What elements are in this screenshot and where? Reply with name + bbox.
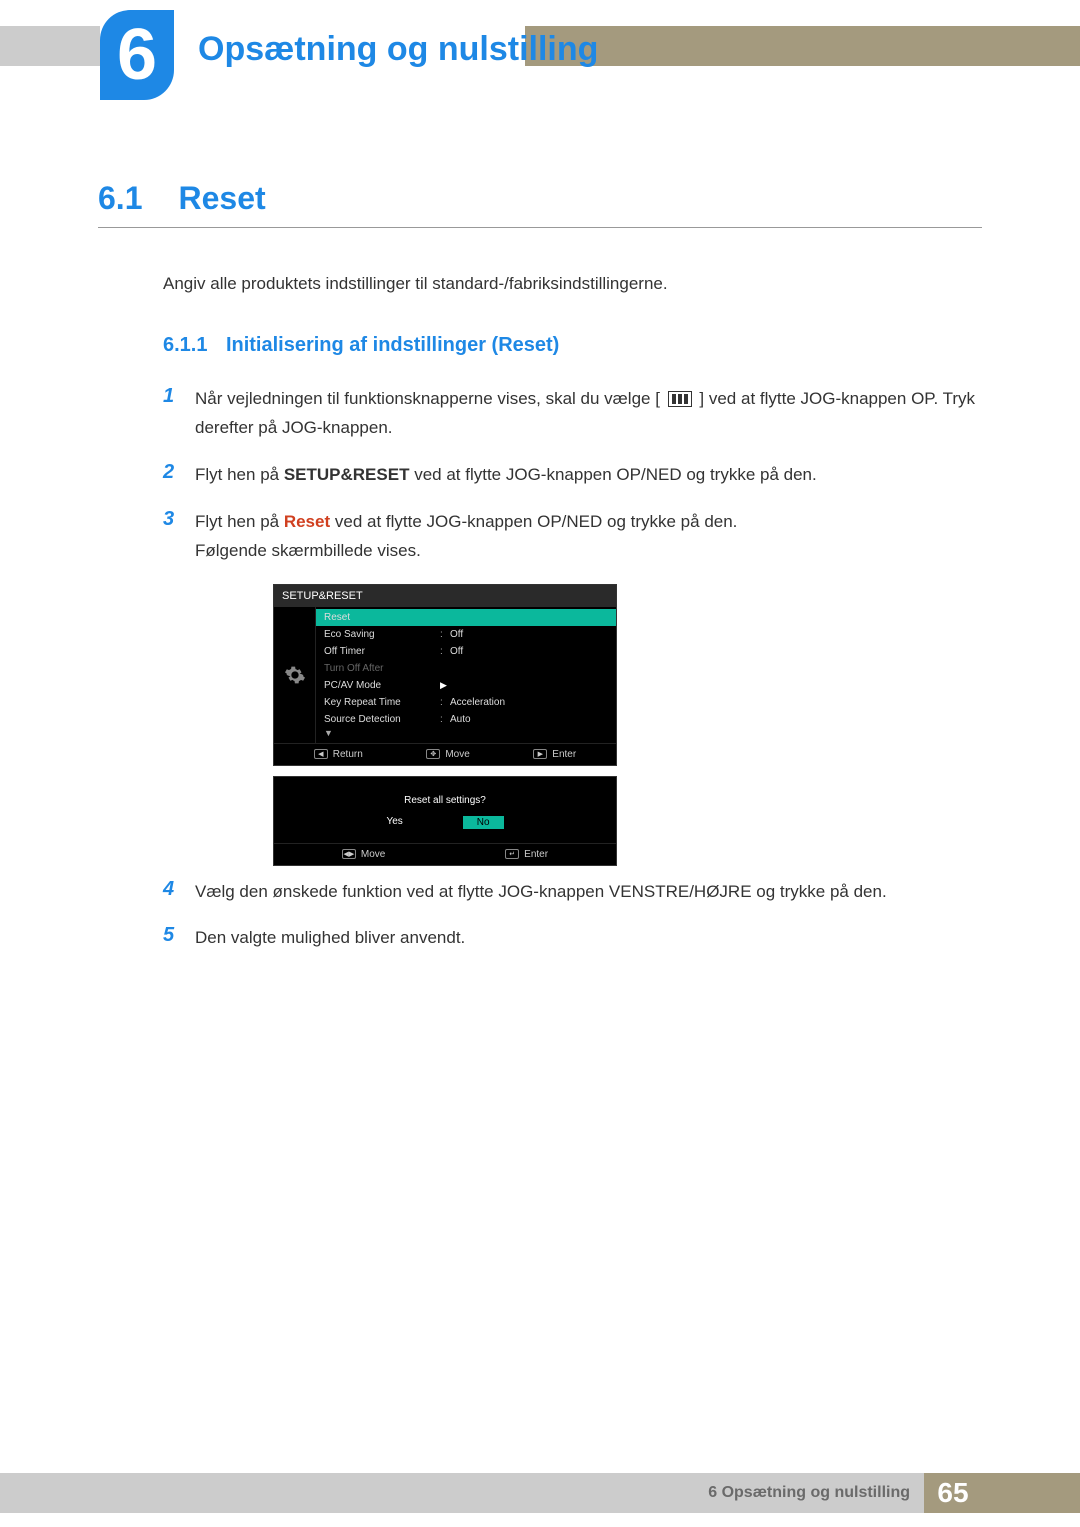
page-content: 6.1 Reset Angiv alle produktets indstill… bbox=[98, 180, 982, 971]
step-text-part: Flyt hen på bbox=[195, 465, 284, 484]
menu-icon bbox=[668, 385, 692, 414]
osd-row-turnoff: Turn Off After bbox=[316, 660, 616, 677]
osd-row-pcav: PC/AV Mode ▶ bbox=[316, 677, 616, 694]
step-2: 2 Flyt hen på SETUP&RESET ved at flytte … bbox=[163, 461, 982, 490]
osd-value: Off bbox=[450, 629, 606, 640]
osd-label: Off Timer bbox=[324, 646, 440, 657]
step-text-part: Følgende skærmbillede vises. bbox=[195, 541, 421, 560]
osd-footer-label: Enter bbox=[552, 749, 576, 760]
chapter-number-tab: 6 bbox=[100, 10, 174, 100]
osd-footer: ◀ Return ✥ Move ▶ Enter bbox=[274, 743, 616, 765]
osd-footer-enter: ▶ Enter bbox=[533, 749, 576, 760]
step-text-part: Flyt hen på bbox=[195, 512, 284, 531]
return-icon: ◀ bbox=[314, 749, 328, 759]
footer-page-number: 65 bbox=[924, 1473, 982, 1513]
dialog-footer-move: ◀▶ Move bbox=[342, 849, 385, 860]
osd-row-keyrepeat: Key Repeat Time : Acceleration bbox=[316, 694, 616, 711]
subsection-title: Initialisering af indstillinger (Reset) bbox=[226, 334, 559, 356]
gear-icon bbox=[284, 664, 306, 686]
move-icon: ◀▶ bbox=[342, 849, 356, 859]
osd-row-reset: Reset bbox=[316, 609, 616, 626]
step-3: 3 Flyt hen på Reset ved at flytte JOG-kn… bbox=[163, 508, 982, 566]
osd-row-source: Source Detection : Auto bbox=[316, 711, 616, 728]
osd-value: Off bbox=[450, 646, 606, 657]
osd-icon-column bbox=[274, 607, 316, 743]
osd-label: Key Repeat Time bbox=[324, 697, 440, 708]
step-text-part: ved at flytte JOG-knappen OP/NED og tryk… bbox=[414, 465, 817, 484]
chapter-title: Opsætning og nulstilling bbox=[198, 30, 598, 69]
osd-title: SETUP&RESET bbox=[274, 585, 616, 607]
osd-menu: SETUP&RESET Reset Eco Saving : bbox=[273, 584, 617, 766]
chevron-right-icon: ▶ bbox=[440, 680, 447, 691]
dialog-footer-label: Enter bbox=[524, 849, 548, 860]
osd-row-eco: Eco Saving : Off bbox=[316, 626, 616, 643]
step-text-bold: SETUP&RESET bbox=[284, 465, 410, 484]
step-number: 2 bbox=[163, 461, 195, 490]
section-header: 6.1 Reset bbox=[98, 180, 982, 228]
section-intro: Angiv alle produktets indstillinger til … bbox=[163, 274, 982, 294]
osd-label: Turn Off After bbox=[324, 663, 440, 674]
header-stripe-left bbox=[0, 26, 100, 66]
chevron-down-icon: ▼ bbox=[316, 728, 616, 741]
osd-screenshot: SETUP&RESET Reset Eco Saving : bbox=[273, 584, 617, 866]
step-number: 3 bbox=[163, 508, 195, 566]
dialog-yes: Yes bbox=[386, 816, 402, 829]
osd-footer-move: ✥ Move bbox=[426, 749, 469, 760]
footer-bar: 6 Opsætning og nulstilling 65 bbox=[0, 1473, 1080, 1513]
osd-label: Reset bbox=[324, 612, 440, 623]
osd-row-offtimer: Off Timer : Off bbox=[316, 643, 616, 660]
enter-icon: ↵ bbox=[505, 849, 519, 859]
step-text: Når vejledningen til funktionsknapperne … bbox=[195, 385, 982, 443]
step-number: 4 bbox=[163, 878, 195, 907]
section-title: Reset bbox=[178, 180, 265, 217]
step-text: Vælg den ønskede funktion ved at flytte … bbox=[195, 878, 887, 907]
step-text: Flyt hen på Reset ved at flytte JOG-knap… bbox=[195, 508, 737, 566]
osd-value: Acceleration bbox=[450, 697, 606, 708]
move-icon: ✥ bbox=[426, 749, 440, 759]
step-number: 1 bbox=[163, 385, 195, 443]
osd-value: Auto bbox=[450, 714, 606, 725]
step-text-part: Når vejledningen til funktionsknapperne … bbox=[195, 389, 660, 408]
osd-dialog: Reset all settings? Yes No ◀▶ Move ↵ Ent… bbox=[273, 776, 617, 866]
step-4: 4 Vælg den ønskede funktion ved at flytt… bbox=[163, 878, 982, 907]
section-number: 6.1 bbox=[98, 180, 142, 217]
steps-list: 1 Når vejledningen til funktionsknappern… bbox=[163, 385, 982, 953]
dialog-footer-label: Move bbox=[361, 849, 385, 860]
step-number: 5 bbox=[163, 924, 195, 953]
step-text: Flyt hen på SETUP&RESET ved at flytte JO… bbox=[195, 461, 817, 490]
osd-label: Source Detection bbox=[324, 714, 440, 725]
step-text: Den valgte mulighed bliver anvendt. bbox=[195, 924, 465, 953]
dialog-footer: ◀▶ Move ↵ Enter bbox=[274, 843, 616, 865]
osd-label: Eco Saving bbox=[324, 629, 440, 640]
step-1: 1 Når vejledningen til funktionsknappern… bbox=[163, 385, 982, 443]
osd-footer-label: Return bbox=[333, 749, 363, 760]
osd-footer-label: Move bbox=[445, 749, 469, 760]
step-5: 5 Den valgte mulighed bliver anvendt. bbox=[163, 924, 982, 953]
step-text-bold: Reset bbox=[284, 512, 330, 531]
dialog-options: Yes No bbox=[274, 816, 616, 843]
step-text-part: ved at flytte JOG-knappen OP/NED og tryk… bbox=[335, 512, 738, 531]
dialog-question: Reset all settings? bbox=[274, 777, 616, 816]
dialog-footer-enter: ↵ Enter bbox=[505, 849, 548, 860]
footer-chapter-label: 6 Opsætning og nulstilling bbox=[708, 1484, 924, 1502]
dialog-no: No bbox=[463, 816, 504, 829]
osd-footer-return: ◀ Return bbox=[314, 749, 363, 760]
subsection-header: 6.1.1 Initialisering af indstillinger (R… bbox=[163, 334, 982, 357]
osd-label: PC/AV Mode bbox=[324, 680, 440, 691]
enter-icon: ▶ bbox=[533, 749, 547, 759]
osd-list: Reset Eco Saving : Off Off Timer : Off bbox=[316, 607, 616, 743]
subsection-number: 6.1.1 bbox=[163, 334, 207, 356]
